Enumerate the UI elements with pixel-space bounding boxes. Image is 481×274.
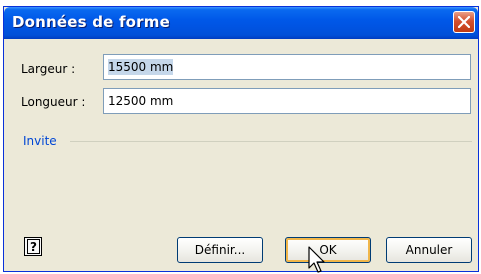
svg-text:?: ? bbox=[30, 240, 37, 254]
length-input[interactable]: 12500 mm bbox=[103, 88, 471, 114]
prompt-group-divider bbox=[70, 141, 472, 142]
cancel-button[interactable]: Annuler bbox=[386, 237, 472, 263]
width-label: Largeur : bbox=[21, 62, 76, 76]
width-input[interactable]: 15500 mm bbox=[103, 54, 471, 80]
close-button[interactable] bbox=[453, 11, 475, 33]
shape-data-dialog: Données de forme Largeur : 15500 mm Long… bbox=[3, 6, 479, 272]
prompt-group-label: Invite bbox=[23, 134, 57, 148]
window-title: Données de forme bbox=[12, 13, 170, 31]
length-label: Longueur : bbox=[21, 95, 86, 109]
close-icon bbox=[458, 16, 470, 28]
help-icon: ? bbox=[27, 239, 40, 254]
help-button[interactable]: ? bbox=[24, 237, 42, 256]
length-value: 12500 mm bbox=[108, 94, 174, 108]
define-button[interactable]: Définir... bbox=[177, 237, 263, 263]
title-bar[interactable]: Données de forme bbox=[4, 7, 478, 39]
width-value: 15500 mm bbox=[108, 59, 174, 75]
arrow-cursor-icon bbox=[308, 246, 325, 273]
